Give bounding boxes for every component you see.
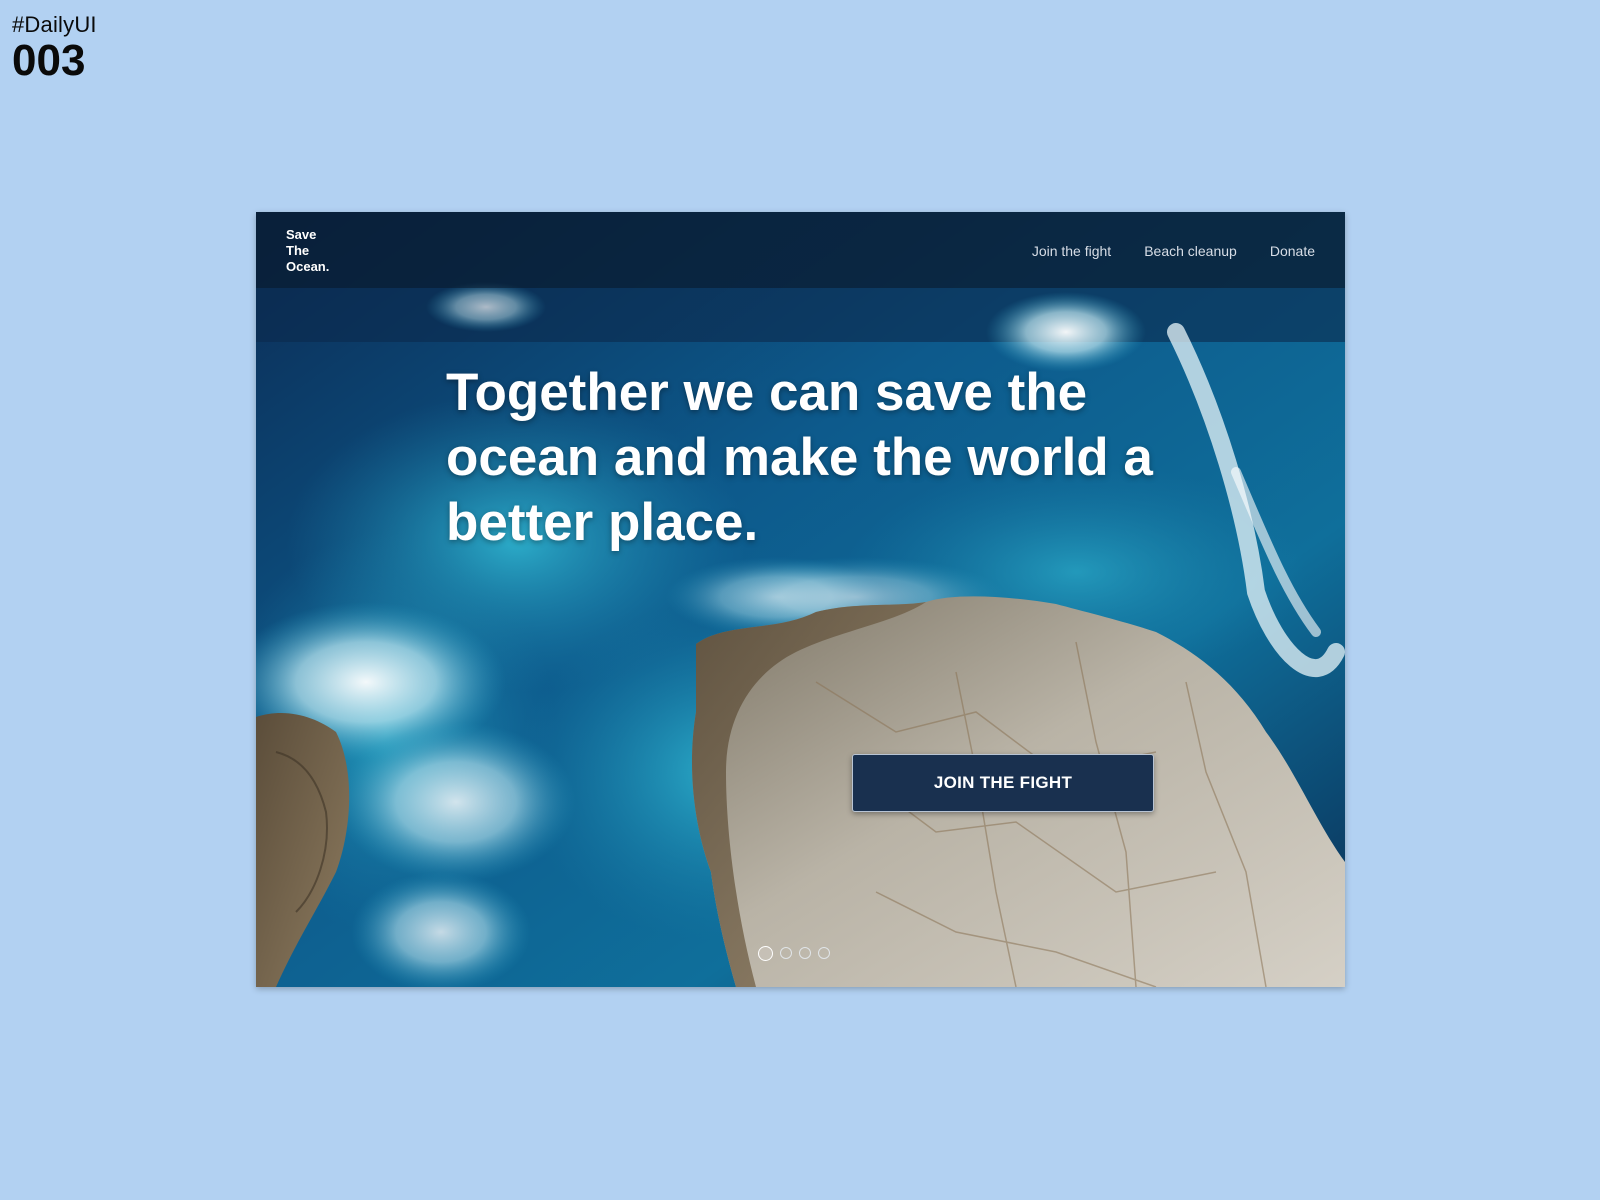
nav-links: Join the fight Beach cleanup Donate [1032, 242, 1315, 260]
nav-link-donate[interactable]: Donate [1270, 242, 1315, 260]
hero-headline: Together we can save the ocean and make … [446, 363, 1153, 552]
carousel-dot-2[interactable] [780, 947, 792, 959]
carousel-dot-4[interactable] [818, 947, 830, 959]
brand-logo[interactable]: Save The Ocean. [286, 227, 329, 275]
dailyui-tag: #DailyUI [12, 12, 97, 37]
hero-background-image [256, 212, 1345, 987]
carousel-dots [758, 946, 830, 961]
brand-line-3: Ocean. [286, 259, 330, 274]
nav-link-join-the-fight[interactable]: Join the fight [1032, 242, 1111, 260]
carousel-dot-3[interactable] [799, 947, 811, 959]
landing-page-frame: Save The Ocean. Join the fight Beach cle… [256, 212, 1345, 987]
dailyui-number: 003 [12, 36, 86, 85]
carousel-dot-1[interactable] [758, 946, 773, 961]
join-the-fight-button[interactable]: JOIN THE FIGHT [852, 754, 1154, 812]
navbar: Save The Ocean. Join the fight Beach cle… [256, 212, 1345, 288]
nav-link-beach-cleanup[interactable]: Beach cleanup [1144, 242, 1237, 260]
brand-line-2: The [286, 243, 310, 258]
brand-line-1: Save [286, 227, 317, 242]
dailyui-label: #DailyUI 003 [12, 12, 97, 84]
